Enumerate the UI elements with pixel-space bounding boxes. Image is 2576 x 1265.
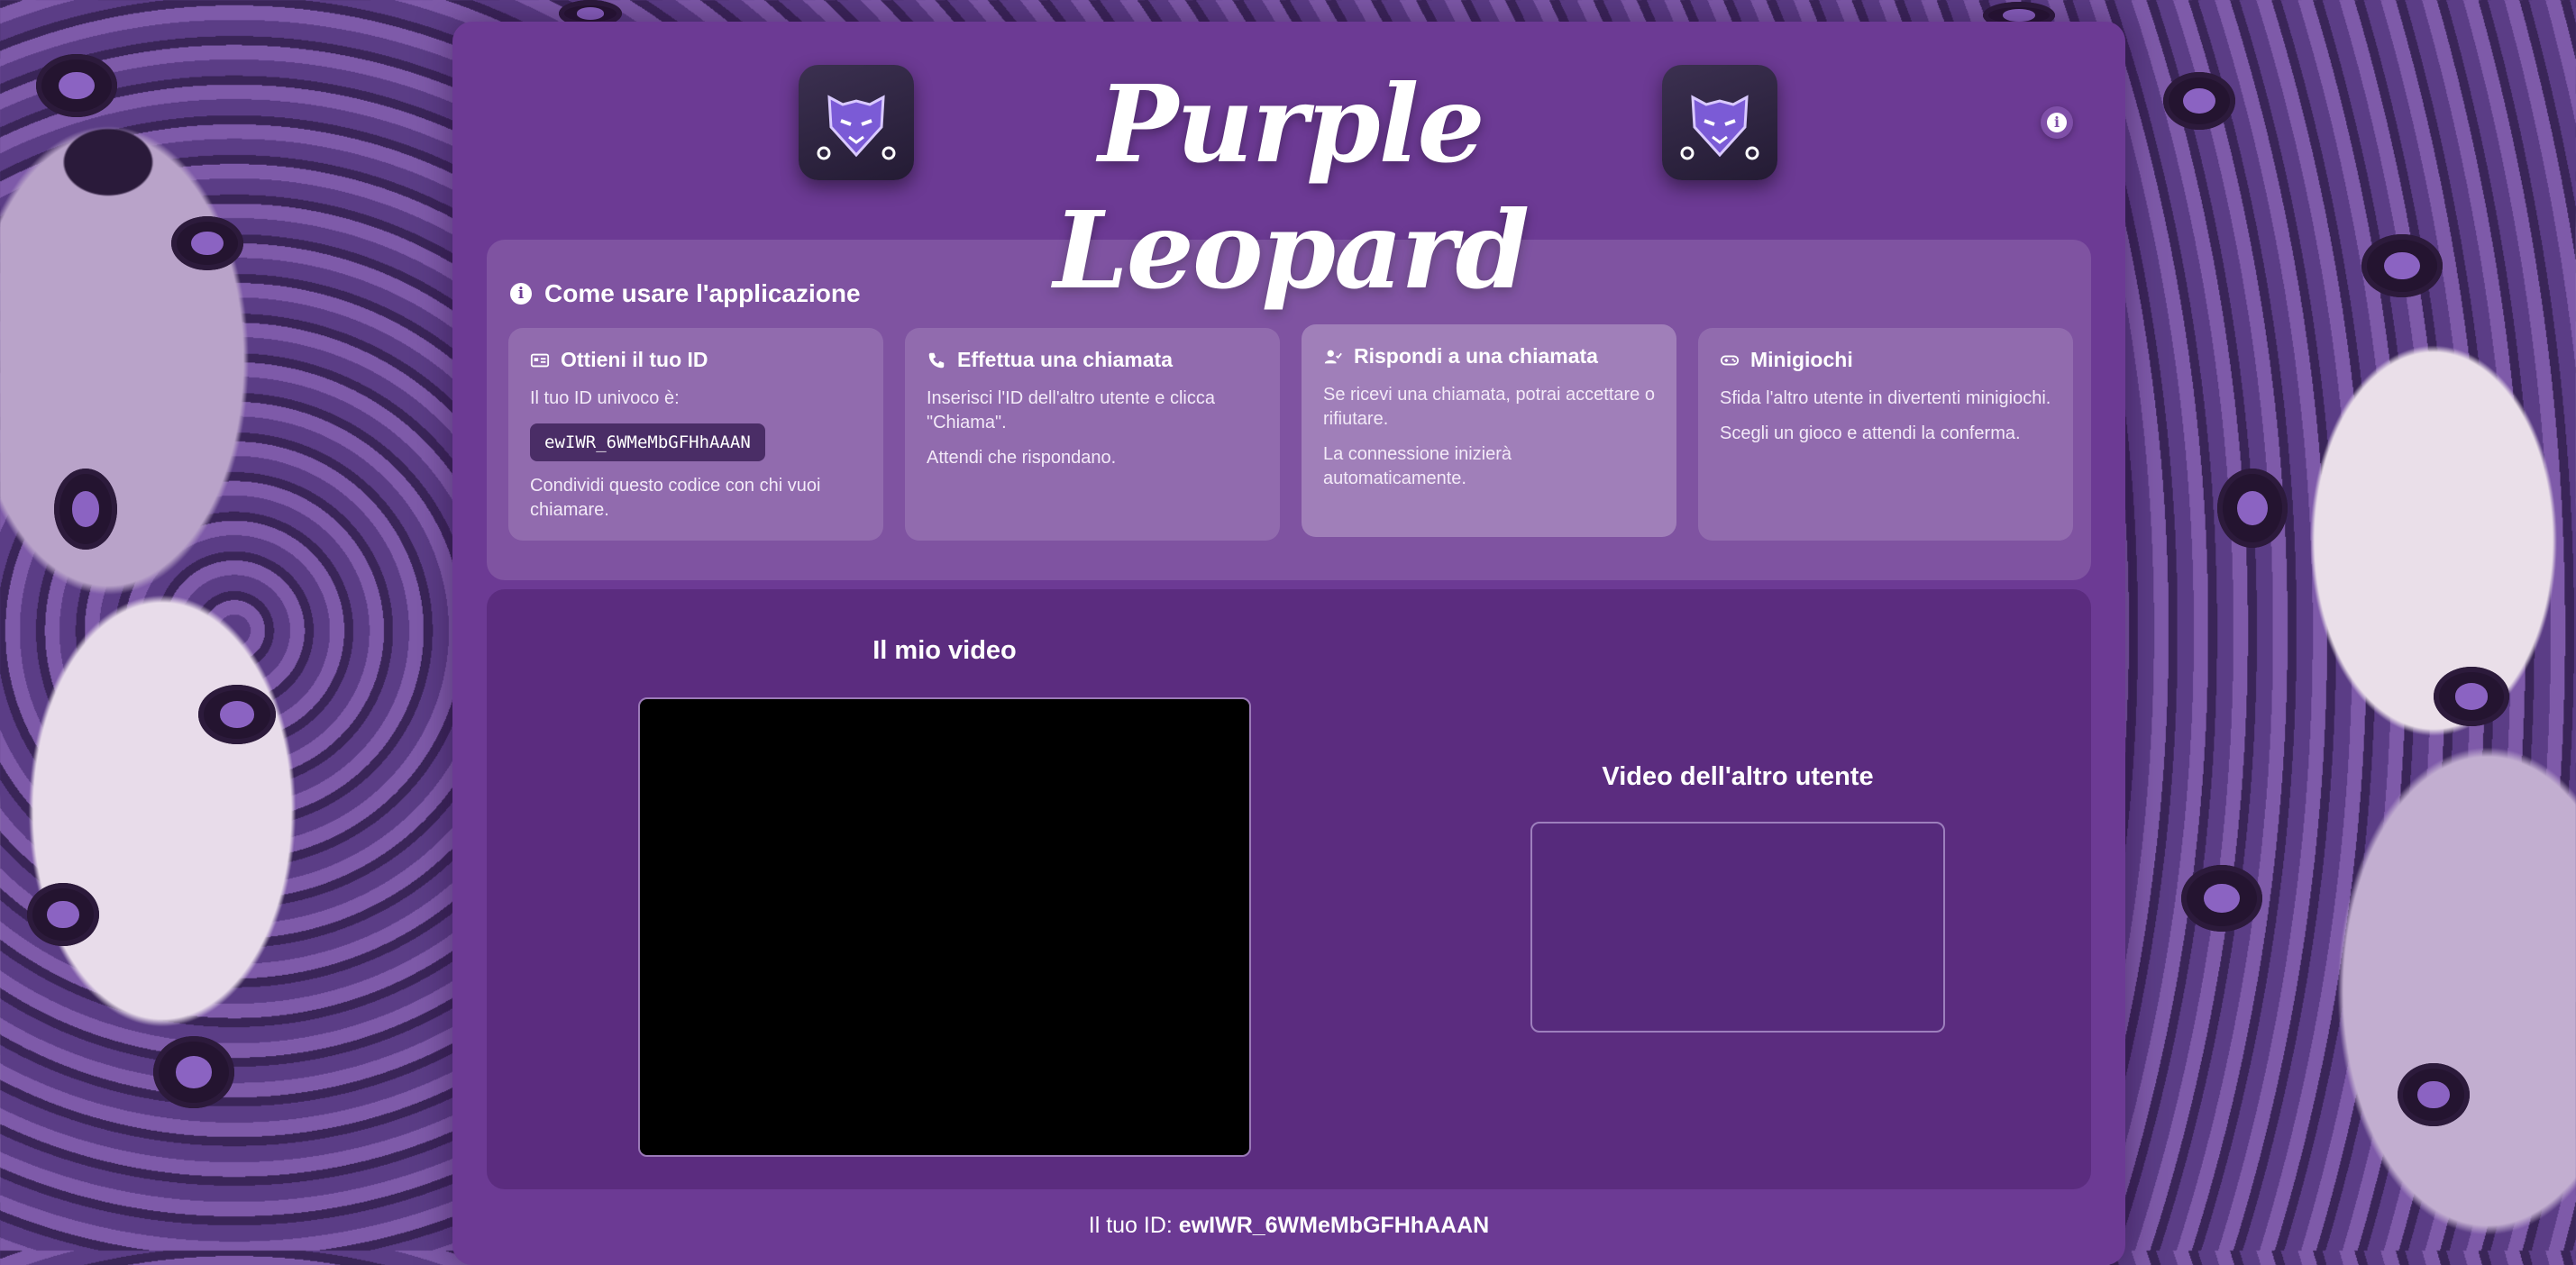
user-id-code[interactable]: ewIWR_6WMeMbGFHhAAAN <box>530 423 765 461</box>
card-text: Inserisci l'ID dell'altro utente e clicc… <box>927 388 1215 432</box>
leopard-logo-icon <box>799 65 914 180</box>
user-check-icon <box>1324 350 1342 363</box>
card-text: La connessione inizierà automaticamente. <box>1323 444 1512 488</box>
info-icon: i <box>2047 113 2067 132</box>
remote-video[interactable] <box>1530 822 1945 1033</box>
info-icon: i <box>510 283 532 305</box>
card-title: Minigiochi <box>1750 348 1853 371</box>
header: Purple Leopard i <box>452 22 2125 313</box>
gamepad-icon <box>1720 355 1740 365</box>
card-text: Il tuo ID univoco è: <box>530 388 680 408</box>
card-minigames: Minigiochi Sfida l'altro utente in diver… <box>1698 328 2073 541</box>
remote-video-label: Video dell'altro utente <box>1602 762 1874 791</box>
card-text: Condividi questo codice con chi vuoi chi… <box>530 476 821 520</box>
card-get-id: Ottieni il tuo ID Il tuo ID univoco è: e… <box>508 328 883 541</box>
card-text: Scegli un gioco e attendi la conferma. <box>1720 423 2021 443</box>
howto-section: i Come usare l'applicazione Ottieni il t… <box>487 240 2091 580</box>
card-title: Effettua una chiamata <box>957 348 1173 371</box>
card-title: Ottieni il tuo ID <box>561 348 708 371</box>
id-card-icon <box>530 353 550 367</box>
card-make-call: Effettua una chiamata Inserisci l'ID del… <box>905 328 1280 541</box>
card-text: Attendi che rispondano. <box>927 448 1117 468</box>
video-area: Il mio video Video dell'altro utente <box>487 589 2091 1189</box>
card-text: Se ricevi una chiamata, potrai accettare… <box>1323 385 1655 429</box>
leopard-logo-icon <box>1662 65 1777 180</box>
footer-id-label: Il tuo ID: <box>1088 1213 1173 1238</box>
card-answer-call[interactable]: Rispondi a una chiamata Se ricevi una ch… <box>1302 324 1676 537</box>
main-panel: Purple Leopard i i Come usare l'applicaz… <box>452 22 2125 1265</box>
footer-user-id: Il tuo ID: ewIWR_6WMeMbGFHhAAAN <box>452 1213 2125 1239</box>
my-video[interactable] <box>638 697 1251 1157</box>
phone-icon <box>928 352 945 368</box>
my-video-label: Il mio video <box>872 636 1017 665</box>
info-button[interactable]: i <box>2041 106 2073 139</box>
howto-heading: i Come usare l'applicazione <box>510 279 861 308</box>
card-text: Sfida l'altro utente in divertenti minig… <box>1720 388 2051 408</box>
footer-id-value[interactable]: ewIWR_6WMeMbGFHhAAAN <box>1179 1213 1489 1238</box>
howto-title: Come usare l'applicazione <box>544 279 861 307</box>
card-title: Rispondi a una chiamata <box>1354 344 1598 368</box>
